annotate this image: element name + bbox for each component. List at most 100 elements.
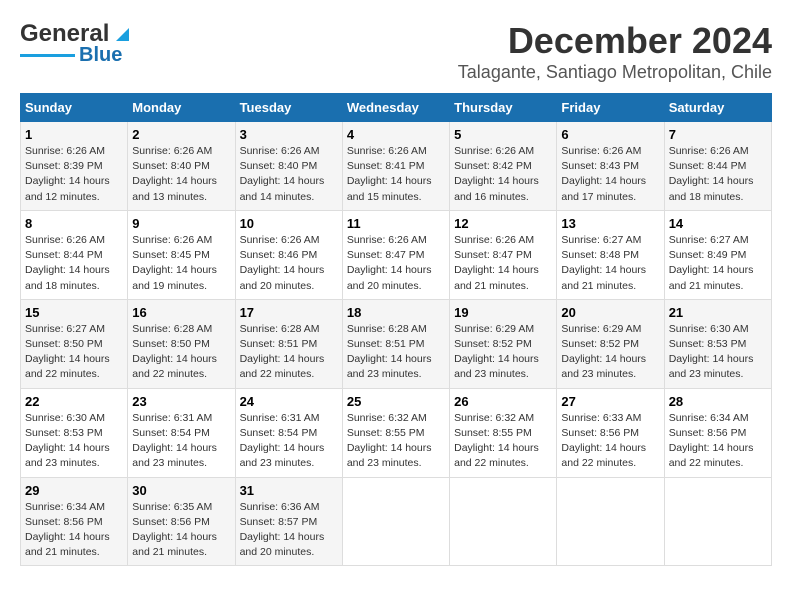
day-number: 31 xyxy=(240,483,338,498)
logo-blue: Blue xyxy=(79,44,122,67)
calendar-cell xyxy=(342,477,449,566)
day-number: 27 xyxy=(561,394,659,409)
calendar-cell xyxy=(557,477,664,566)
calendar-cell: 29Sunrise: 6:34 AMSunset: 8:56 PMDayligh… xyxy=(21,477,128,566)
day-header-sunday: Sunday xyxy=(21,94,128,122)
day-info: Sunrise: 6:33 AMSunset: 8:56 PMDaylight:… xyxy=(561,411,659,472)
day-info: Sunrise: 6:28 AMSunset: 8:50 PMDaylight:… xyxy=(132,322,230,383)
day-header-saturday: Saturday xyxy=(664,94,771,122)
day-number: 2 xyxy=(132,127,230,142)
calendar-week-row: 22Sunrise: 6:30 AMSunset: 8:53 PMDayligh… xyxy=(21,388,772,477)
calendar-cell: 15 Sunrise: 6:27 AMSunset: 8:50 PMDayligh… xyxy=(21,299,128,388)
calendar-body: 1Sunrise: 6:26 AMSunset: 8:39 PMDaylight… xyxy=(21,122,772,566)
calendar-cell: 1Sunrise: 6:26 AMSunset: 8:39 PMDaylight… xyxy=(21,122,128,211)
day-info: Sunrise: 6:29 AMSunset: 8:52 PMDaylight:… xyxy=(561,322,659,383)
day-header-friday: Friday xyxy=(557,94,664,122)
day-header-thursday: Thursday xyxy=(450,94,557,122)
calendar-cell: 16 Sunrise: 6:28 AMSunset: 8:50 PMDayligh… xyxy=(128,299,235,388)
day-info: Sunrise: 6:26 AMSunset: 8:47 PMDaylight:… xyxy=(454,233,552,294)
calendar-cell: 13Sunrise: 6:27 AMSunset: 8:48 PMDayligh… xyxy=(557,210,664,299)
calendar-week-row: 29Sunrise: 6:34 AMSunset: 8:56 PMDayligh… xyxy=(21,477,772,566)
day-info: Sunrise: 6:29 AMSunset: 8:52 PMDaylight:… xyxy=(454,322,552,383)
day-number: 3 xyxy=(240,127,338,142)
day-info: Sunrise: 6:26 AMSunset: 8:46 PMDaylight:… xyxy=(240,233,338,294)
day-number: 15 xyxy=(25,305,123,320)
day-header-wednesday: Wednesday xyxy=(342,94,449,122)
day-number: 13 xyxy=(561,216,659,231)
day-info: Sunrise: 6:28 AMSunset: 8:51 PMDaylight:… xyxy=(347,322,445,383)
calendar-cell: 26Sunrise: 6:32 AMSunset: 8:55 PMDayligh… xyxy=(450,388,557,477)
calendar-cell: 24 Sunrise: 6:31 AMSunset: 8:54 PMDayligh… xyxy=(235,388,342,477)
calendar-week-row: 8 Sunrise: 6:26 AMSunset: 8:44 PMDaylight… xyxy=(21,210,772,299)
day-number: 6 xyxy=(561,127,659,142)
calendar-cell: 8 Sunrise: 6:26 AMSunset: 8:44 PMDaylight… xyxy=(21,210,128,299)
day-number: 18 xyxy=(347,305,445,320)
day-number: 16 xyxy=(132,305,230,320)
day-info: Sunrise: 6:26 AMSunset: 8:40 PMDaylight:… xyxy=(132,144,230,205)
day-info: Sunrise: 6:35 AMSunset: 8:56 PMDaylight:… xyxy=(132,500,230,561)
day-info: Sunrise: 6:26 AMSunset: 8:39 PMDaylight:… xyxy=(25,144,123,205)
day-info: Sunrise: 6:27 AMSunset: 8:49 PMDaylight:… xyxy=(669,233,767,294)
day-info: Sunrise: 6:26 AMSunset: 8:45 PMDaylight:… xyxy=(132,233,230,294)
day-number: 4 xyxy=(347,127,445,142)
day-number: 14 xyxy=(669,216,767,231)
day-number: 20 xyxy=(561,305,659,320)
calendar-table: SundayMondayTuesdayWednesdayThursdayFrid… xyxy=(20,93,772,566)
day-info: Sunrise: 6:26 AMSunset: 8:44 PMDaylight:… xyxy=(669,144,767,205)
calendar-cell: 10 Sunrise: 6:26 AMSunset: 8:46 PMDayligh… xyxy=(235,210,342,299)
day-info: Sunrise: 6:31 AMSunset: 8:54 PMDaylight:… xyxy=(132,411,230,472)
day-info: Sunrise: 6:27 AMSunset: 8:50 PMDaylight:… xyxy=(25,322,123,383)
day-header-tuesday: Tuesday xyxy=(235,94,342,122)
day-info: Sunrise: 6:26 AMSunset: 8:44 PMDaylight:… xyxy=(25,233,123,294)
day-number: 24 xyxy=(240,394,338,409)
day-number: 5 xyxy=(454,127,552,142)
day-info: Sunrise: 6:31 AMSunset: 8:54 PMDaylight:… xyxy=(240,411,338,472)
day-info: Sunrise: 6:34 AMSunset: 8:56 PMDaylight:… xyxy=(669,411,767,472)
logo-underline xyxy=(20,54,75,57)
day-info: Sunrise: 6:26 AMSunset: 8:41 PMDaylight:… xyxy=(347,144,445,205)
day-info: Sunrise: 6:26 AMSunset: 8:40 PMDaylight:… xyxy=(240,144,338,205)
day-number: 26 xyxy=(454,394,552,409)
calendar-cell: 2 Sunrise: 6:26 AMSunset: 8:40 PMDaylight… xyxy=(128,122,235,211)
day-number: 9 xyxy=(132,216,230,231)
day-number: 8 xyxy=(25,216,123,231)
day-number: 10 xyxy=(240,216,338,231)
day-header-monday: Monday xyxy=(128,94,235,122)
calendar-week-row: 15 Sunrise: 6:27 AMSunset: 8:50 PMDayligh… xyxy=(21,299,772,388)
calendar-cell: 3 Sunrise: 6:26 AMSunset: 8:40 PMDaylight… xyxy=(235,122,342,211)
calendar-week-row: 1Sunrise: 6:26 AMSunset: 8:39 PMDaylight… xyxy=(21,122,772,211)
calendar-cell: 19 Sunrise: 6:29 AMSunset: 8:52 PMDayligh… xyxy=(450,299,557,388)
calendar-cell: 12 Sunrise: 6:26 AMSunset: 8:47 PMDayligh… xyxy=(450,210,557,299)
page-subtitle: Talagante, Santiago Metropolitan, Chile xyxy=(458,62,772,83)
calendar-cell: 14 Sunrise: 6:27 AMSunset: 8:49 PMDayligh… xyxy=(664,210,771,299)
day-number: 30 xyxy=(132,483,230,498)
calendar-cell: 22Sunrise: 6:30 AMSunset: 8:53 PMDayligh… xyxy=(21,388,128,477)
calendar-cell: 20 Sunrise: 6:29 AMSunset: 8:52 PMDayligh… xyxy=(557,299,664,388)
calendar-cell xyxy=(664,477,771,566)
page-title: December 2024 xyxy=(458,20,772,62)
calendar-cell: 23 Sunrise: 6:31 AMSunset: 8:54 PMDayligh… xyxy=(128,388,235,477)
day-number: 21 xyxy=(669,305,767,320)
day-info: Sunrise: 6:26 AMSunset: 8:43 PMDaylight:… xyxy=(561,144,659,205)
calendar-cell: 18 Sunrise: 6:28 AMSunset: 8:51 PMDayligh… xyxy=(342,299,449,388)
day-number: 28 xyxy=(669,394,767,409)
day-number: 19 xyxy=(454,305,552,320)
day-info: Sunrise: 6:30 AMSunset: 8:53 PMDaylight:… xyxy=(669,322,767,383)
day-number: 11 xyxy=(347,216,445,231)
day-number: 23 xyxy=(132,394,230,409)
header: General Blue December 2024 Talagante, Sa… xyxy=(20,20,772,83)
calendar-cell: 31 Sunrise: 6:36 AMSunset: 8:57 PMDayligh… xyxy=(235,477,342,566)
day-info: Sunrise: 6:26 AMSunset: 8:42 PMDaylight:… xyxy=(454,144,552,205)
calendar-cell: 9 Sunrise: 6:26 AMSunset: 8:45 PMDaylight… xyxy=(128,210,235,299)
day-number: 17 xyxy=(240,305,338,320)
day-info: Sunrise: 6:36 AMSunset: 8:57 PMDaylight:… xyxy=(240,500,338,561)
calendar-cell: 25Sunrise: 6:32 AMSunset: 8:55 PMDayligh… xyxy=(342,388,449,477)
calendar-cell: 30 Sunrise: 6:35 AMSunset: 8:56 PMDayligh… xyxy=(128,477,235,566)
day-number: 12 xyxy=(454,216,552,231)
day-info: Sunrise: 6:26 AMSunset: 8:47 PMDaylight:… xyxy=(347,233,445,294)
day-info: Sunrise: 6:32 AMSunset: 8:55 PMDaylight:… xyxy=(347,411,445,472)
calendar-cell xyxy=(450,477,557,566)
title-area: December 2024 Talagante, Santiago Metrop… xyxy=(458,20,772,83)
day-info: Sunrise: 6:28 AMSunset: 8:51 PMDaylight:… xyxy=(240,322,338,383)
calendar-cell: 5 Sunrise: 6:26 AMSunset: 8:42 PMDaylight… xyxy=(450,122,557,211)
